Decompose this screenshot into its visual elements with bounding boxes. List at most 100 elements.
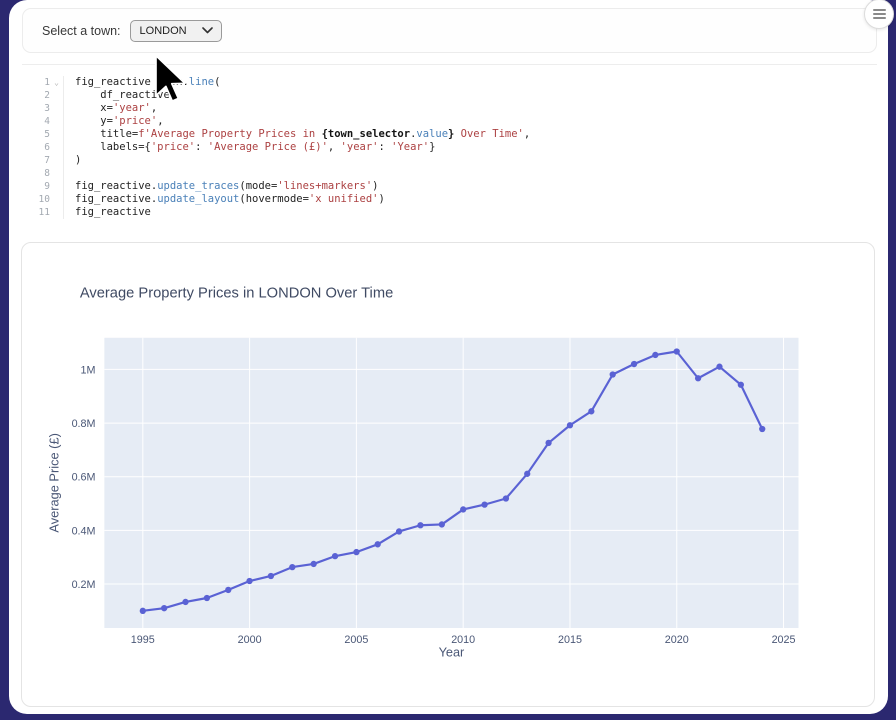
chevron-down-icon <box>202 27 213 34</box>
line-number: 6 <box>22 141 50 154</box>
fold-arrow-icon[interactable]: ⌄ <box>50 76 63 89</box>
code-line[interactable]: 7) <box>22 154 875 167</box>
code-text: title=f'Average Property Prices in {town… <box>63 128 530 141</box>
line-number: 3 <box>22 102 50 115</box>
data-point[interactable] <box>289 564 295 570</box>
data-point[interactable] <box>225 587 231 593</box>
data-point[interactable] <box>738 382 744 388</box>
code-text: fig_reactive <box>63 206 151 219</box>
y-tick-label: 0.8M <box>72 418 96 430</box>
data-point[interactable] <box>631 361 637 367</box>
town-selector-label: Select a town: <box>42 24 121 38</box>
line-number: 10 <box>22 193 50 206</box>
town-selector-panel: Select a town: LONDON <box>22 8 877 53</box>
data-point[interactable] <box>182 599 188 605</box>
line-number: 5 <box>22 128 50 141</box>
data-point[interactable] <box>503 495 509 501</box>
y-tick-label: 0.6M <box>72 472 96 484</box>
x-tick-label: 2005 <box>344 634 368 646</box>
x-tick-label: 2020 <box>665 634 689 646</box>
code-line[interactable]: 2 df_reactive, <box>22 89 875 102</box>
hamburger-icon <box>873 9 886 19</box>
line-number: 7 <box>22 154 50 167</box>
data-point[interactable] <box>652 352 658 358</box>
x-tick-label: 1995 <box>131 634 155 646</box>
code-text: labels={'price': 'Average Price (£)', 'y… <box>63 141 435 154</box>
fold-spacer <box>50 206 63 219</box>
data-point[interactable] <box>353 549 359 555</box>
data-point[interactable] <box>311 561 317 567</box>
fold-spacer <box>50 128 63 141</box>
code-text <box>63 167 75 180</box>
code-text: fig_reactive = px.line( <box>63 76 220 89</box>
price-chart: 19952000200520102015202020250.2M0.4M0.6M… <box>22 243 874 706</box>
data-point[interactable] <box>759 426 765 432</box>
data-point[interactable] <box>695 375 701 381</box>
data-point[interactable] <box>375 541 381 547</box>
code-line[interactable]: 8 <box>22 167 875 180</box>
y-tick-label: 1M <box>81 364 96 376</box>
code-text: df_reactive, <box>63 89 176 102</box>
data-point[interactable] <box>140 608 146 614</box>
fold-spacer <box>50 154 63 167</box>
y-tick-label: 0.2M <box>72 579 96 591</box>
code-line[interactable]: 4 y='price', <box>22 115 875 128</box>
fold-spacer <box>50 141 63 154</box>
y-tick-label: 0.4M <box>72 525 96 537</box>
line-number: 9 <box>22 180 50 193</box>
menu-button[interactable] <box>864 0 894 29</box>
data-point[interactable] <box>524 471 530 477</box>
data-point[interactable] <box>567 422 573 428</box>
data-point[interactable] <box>417 522 423 528</box>
notebook-app: Select a town: LONDON 1⌄fig_reactive = p… <box>9 0 888 714</box>
code-text: y='price', <box>63 115 164 128</box>
x-tick-label: 2000 <box>238 634 262 646</box>
line-number: 11 <box>22 206 50 219</box>
fold-spacer <box>50 89 63 102</box>
x-axis-title: Year <box>439 645 465 660</box>
data-point[interactable] <box>610 371 616 377</box>
cell-divider <box>22 64 877 65</box>
code-line[interactable]: 3 x='year', <box>22 102 875 115</box>
line-number: 4 <box>22 115 50 128</box>
code-line[interactable]: 5 title=f'Average Property Prices in {to… <box>22 128 875 141</box>
chart-title: Average Property Prices in LONDON Over T… <box>80 285 393 301</box>
line-number: 2 <box>22 89 50 102</box>
code-line[interactable]: 10 fig_reactive.update_layout(hovermode='… <box>22 193 875 206</box>
fold-spacer <box>50 167 63 180</box>
data-point[interactable] <box>396 528 402 534</box>
data-point[interactable] <box>246 578 252 584</box>
data-point[interactable] <box>460 506 466 512</box>
code-line[interactable]: 1⌄fig_reactive = px.line( <box>22 76 875 89</box>
code-text: x='year', <box>63 102 157 115</box>
data-point[interactable] <box>588 408 594 414</box>
code-text: fig_reactive.update_layout(hovermode='x … <box>63 193 385 206</box>
fold-spacer <box>50 193 63 206</box>
data-point[interactable] <box>268 573 274 579</box>
data-point[interactable] <box>161 605 167 611</box>
fold-spacer <box>50 102 63 115</box>
fold-spacer <box>50 180 63 193</box>
x-tick-label: 2025 <box>772 634 796 646</box>
code-line[interactable]: 9 fig_reactive.update_traces(mode='lines+… <box>22 180 875 193</box>
code-editor[interactable]: 1⌄fig_reactive = px.line(2 df_reactive,3… <box>22 76 875 219</box>
line-number: 8 <box>22 167 50 180</box>
data-point[interactable] <box>716 364 722 370</box>
line-number: 1 <box>22 76 50 89</box>
town-selector-dropdown[interactable]: LONDON <box>130 20 222 42</box>
y-axis-title: Average Price (£) <box>46 433 61 532</box>
data-point[interactable] <box>332 553 338 559</box>
data-point[interactable] <box>439 521 445 527</box>
code-text: ) <box>63 154 81 167</box>
code-line[interactable]: 11 fig_reactive <box>22 206 875 219</box>
x-tick-label: 2015 <box>558 634 582 646</box>
code-text: fig_reactive.update_traces(mode='lines+m… <box>63 180 378 193</box>
data-point[interactable] <box>481 501 487 507</box>
code-line[interactable]: 6 labels={'price': 'Average Price (£)', … <box>22 141 875 154</box>
data-point[interactable] <box>674 348 680 354</box>
data-point[interactable] <box>545 440 551 446</box>
chart-output-card: 19952000200520102015202020250.2M0.4M0.6M… <box>21 242 875 707</box>
data-point[interactable] <box>204 595 210 601</box>
town-selector-value: LONDON <box>140 25 187 37</box>
fold-spacer <box>50 115 63 128</box>
